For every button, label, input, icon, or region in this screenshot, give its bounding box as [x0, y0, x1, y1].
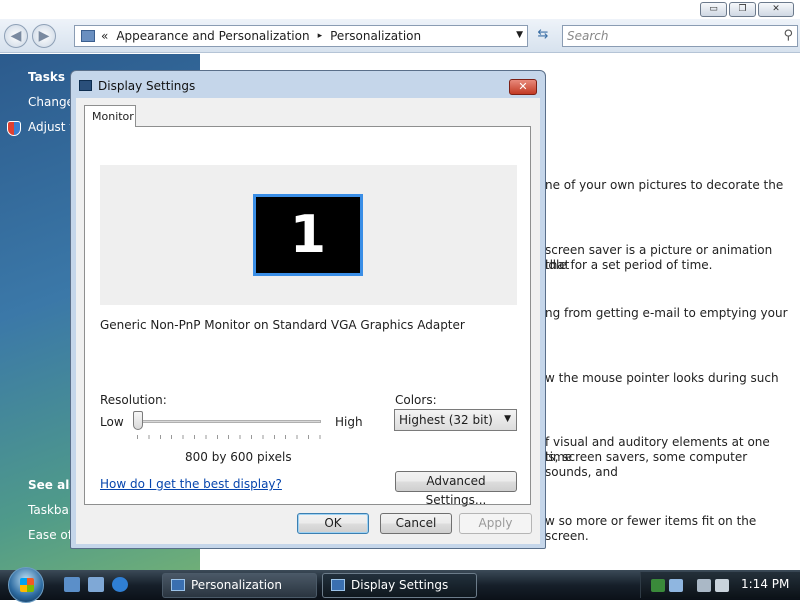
resolution-slider-track[interactable]: [137, 420, 321, 423]
volume-muted-icon[interactable]: [715, 579, 729, 592]
taskbar: Personalization Display Settings 1:14 PM: [0, 567, 800, 603]
content-text-line: w so more or fewer items fit on the scre…: [545, 514, 757, 543]
breadcrumb-separator-icon[interactable]: ▸: [318, 31, 323, 41]
ok-button[interactable]: OK: [297, 513, 369, 534]
window-controls: ▭ ❐ ✕: [700, 2, 794, 17]
colors-label: Colors:: [395, 393, 437, 407]
content-text-line: idle for a set period of time.: [545, 258, 713, 272]
start-button[interactable]: [8, 567, 44, 603]
content-text-line: ne of your own pictures to decorate the: [545, 178, 784, 192]
resolution-high-label: High: [335, 415, 363, 429]
display-settings-dialog: Display Settings ✕ Monitor 1 Generic Non…: [70, 70, 546, 549]
resolution-low-label: Low: [100, 415, 124, 429]
content-text-line: ng from getting e-mail to emptying your: [545, 306, 788, 320]
refresh-icon[interactable]: ⇆: [532, 25, 554, 47]
security-center-icon[interactable]: [651, 579, 665, 592]
taskbar-item-personalization[interactable]: Personalization: [162, 573, 317, 598]
shield-icon: [7, 121, 21, 136]
restore-button[interactable]: ❐: [729, 2, 756, 17]
best-display-help-link[interactable]: How do I get the best display?: [100, 477, 282, 491]
resolution-slider-thumb[interactable]: [133, 411, 143, 430]
taskbar-item-label: Display Settings: [351, 578, 449, 592]
personalization-icon: [171, 579, 185, 591]
taskbar-item-label: Personalization: [191, 578, 282, 592]
taskbar-item-display-settings[interactable]: Display Settings: [322, 573, 477, 598]
dialog-body: Monitor 1 Generic Non-PnP Monitor on Sta…: [76, 98, 540, 544]
advanced-settings-button[interactable]: Advanced Settings...: [395, 471, 517, 507]
show-desktop-icon[interactable]: [64, 577, 80, 592]
dialog-title: Display Settings: [98, 79, 196, 93]
internet-explorer-icon[interactable]: [112, 577, 128, 592]
navigation-bar: ◀ ▶ « Appearance and Personalization ▸ P…: [0, 19, 800, 53]
display-icon: [331, 579, 345, 591]
system-tray: 1:14 PM: [640, 572, 800, 598]
folder-icon: [81, 30, 95, 42]
monitor-tab-panel: 1 Generic Non-PnP Monitor on Standard VG…: [84, 126, 531, 507]
address-bar[interactable]: « Appearance and Personalization ▸ Perso…: [74, 25, 528, 47]
close-window-button[interactable]: ✕: [758, 2, 794, 17]
tab-monitor[interactable]: Monitor: [84, 105, 136, 127]
monitor-preview-area: 1: [100, 165, 517, 305]
see-also-link-taskbar[interactable]: Taskbar: [28, 503, 74, 517]
dialog-title-bar[interactable]: Display Settings: [79, 79, 195, 93]
breadcrumb-appearance[interactable]: Appearance and Personalization: [116, 29, 309, 43]
apply-button: Apply: [459, 513, 532, 534]
minimize-button[interactable]: ▭: [700, 2, 727, 17]
monitor-1-preview[interactable]: 1: [253, 194, 363, 276]
display-icon: [79, 80, 92, 91]
network-icon[interactable]: [697, 579, 711, 592]
clock[interactable]: 1:14 PM: [741, 577, 789, 591]
colors-selected-value: Highest (32 bit): [399, 413, 493, 427]
cancel-button[interactable]: Cancel: [380, 513, 452, 534]
content-text-line: ls, screen savers, some computer sounds,…: [545, 450, 748, 479]
task-link-change[interactable]: Change: [28, 95, 74, 109]
resolution-label: Resolution:: [100, 393, 167, 407]
search-icon[interactable]: ⚲: [783, 28, 793, 43]
breadcrumb-prefix[interactable]: «: [101, 29, 108, 43]
adapter-description: Generic Non-PnP Monitor on Standard VGA …: [100, 318, 465, 332]
tray-flag-icon[interactable]: [669, 579, 683, 592]
breadcrumb-personalization[interactable]: Personalization: [330, 29, 421, 43]
dialog-close-button[interactable]: ✕: [509, 79, 537, 95]
back-button[interactable]: ◀: [4, 24, 28, 48]
tasks-heading: Tasks: [28, 70, 66, 84]
resolution-value: 800 by 600 pixels: [185, 450, 292, 464]
task-link-adjust[interactable]: Adjust f: [28, 120, 74, 134]
monitor-number: 1: [289, 205, 327, 265]
address-dropdown-icon[interactable]: ▼: [516, 30, 523, 40]
forward-button[interactable]: ▶: [32, 24, 56, 48]
see-also-link-ease[interactable]: Ease of: [28, 528, 72, 542]
search-input[interactable]: Search ⚲: [562, 25, 798, 47]
chevron-down-icon: ▼: [504, 414, 511, 424]
resolution-slider-ticks: [137, 435, 321, 439]
switch-windows-icon[interactable]: [88, 577, 104, 592]
search-placeholder: Search: [567, 29, 609, 43]
content-text-line: w the mouse pointer looks during such: [545, 371, 779, 385]
colors-select[interactable]: Highest (32 bit) ▼: [394, 409, 517, 431]
